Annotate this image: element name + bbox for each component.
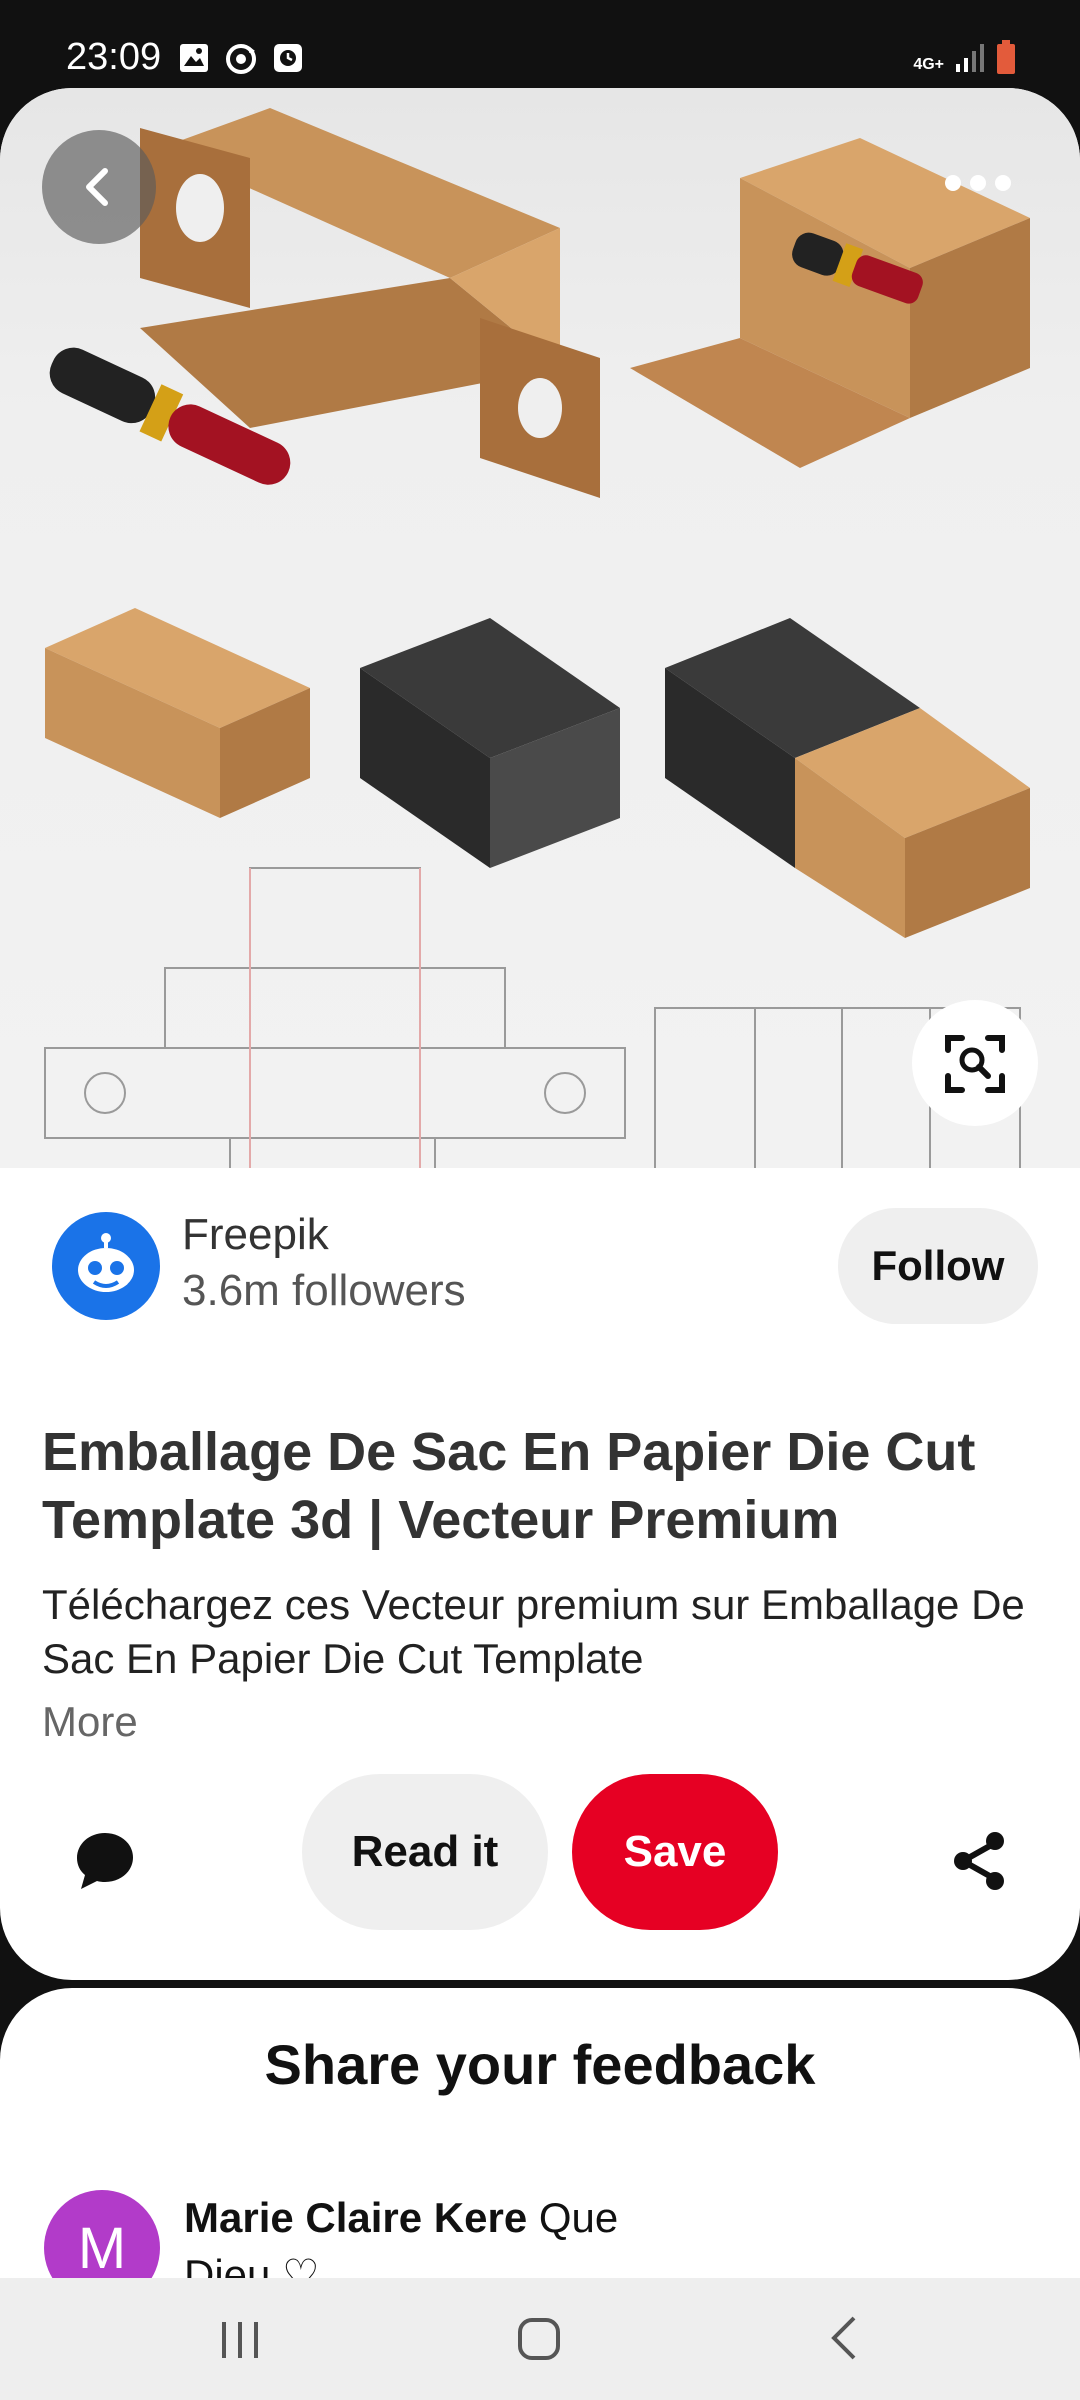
commenter-avatar[interactable]: M xyxy=(44,2190,160,2278)
pin-image[interactable] xyxy=(0,88,1080,1168)
feedback-sheet: Share your feedback M Marie Claire Kere … xyxy=(0,1988,1080,2278)
more-dots-icon xyxy=(945,175,1011,191)
freepik-logo-icon xyxy=(78,1233,134,1292)
comment-body: Que xyxy=(538,2194,619,2241)
creator-followers: 3.6m followers xyxy=(182,1266,466,1315)
comment-author[interactable]: Marie Claire Kere xyxy=(184,2194,527,2241)
back-button[interactable] xyxy=(42,130,156,244)
save-button[interactable]: Save xyxy=(572,1774,778,1930)
sync-icon xyxy=(226,44,256,74)
pin-card: Freepik 3.6m followers Follow Emballage … xyxy=(0,88,1080,1980)
pin-title: Emballage De Sac En Papier Die Cut Templ… xyxy=(42,1422,976,1550)
status-icons-right: 4G+ xyxy=(913,40,1016,74)
status-bar: 23:09 4G+ xyxy=(0,0,1080,88)
gallery-icon xyxy=(180,44,208,72)
comment-bubble-icon xyxy=(77,1833,133,1889)
lens-search-icon xyxy=(945,1035,1005,1093)
status-icons-left xyxy=(178,42,304,76)
recents-icon[interactable] xyxy=(218,2318,262,2362)
system-nav-bar xyxy=(0,2278,1080,2400)
home-icon[interactable] xyxy=(516,2316,562,2362)
creator-avatar[interactable] xyxy=(52,1212,160,1320)
visual-search-button[interactable] xyxy=(912,1000,1038,1126)
clock-app-icon xyxy=(274,44,302,72)
read-it-button[interactable]: Read it xyxy=(302,1774,548,1930)
comment-text: Marie Claire Kere Que xyxy=(184,2194,618,2242)
share-button[interactable] xyxy=(934,1816,1024,1906)
more-options-button[interactable] xyxy=(918,158,1038,208)
signal-icon xyxy=(956,44,984,72)
network-type: 4G+ xyxy=(913,56,944,73)
chevron-left-icon xyxy=(86,168,108,206)
comment-text-continued: Dieu ♡ xyxy=(184,2251,320,2278)
box-template-illustration xyxy=(44,108,1030,1168)
feedback-title: Share your feedback xyxy=(264,2033,816,2096)
back-nav-icon[interactable] xyxy=(822,2314,866,2362)
status-time: 23:09 xyxy=(66,36,162,78)
share-icon xyxy=(954,1832,1004,1890)
pin-description: Téléchargez ces Vecteur premium sur Emba… xyxy=(42,1581,1025,1682)
creator-name[interactable]: Freepik xyxy=(182,1210,329,1260)
comment-button[interactable] xyxy=(60,1816,150,1906)
follow-button[interactable]: Follow xyxy=(838,1208,1038,1324)
battery-icon xyxy=(997,40,1015,74)
more-link[interactable]: More xyxy=(42,1698,138,1746)
